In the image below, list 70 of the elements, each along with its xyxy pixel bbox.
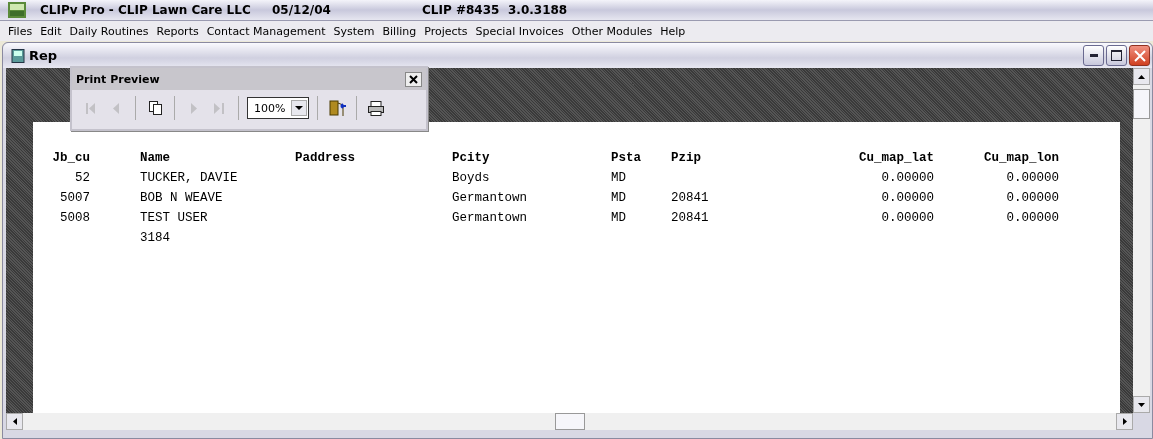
pages-icon (148, 101, 162, 115)
table-cell: MD (611, 191, 626, 205)
menu-item[interactable]: System (329, 24, 379, 38)
table-cell: 20841 (671, 191, 709, 205)
menu-item[interactable]: Edit (36, 24, 66, 38)
table-cell: MD (611, 171, 626, 185)
column-header: Psta (611, 151, 641, 165)
column-header: Jb_cu (52, 151, 90, 165)
window-title: CLIPv Pro - CLIP Lawn Care LLC (40, 3, 252, 17)
vertical-scrollbar[interactable] (1133, 68, 1150, 413)
minimize-icon (1089, 54, 1098, 57)
close-button[interactable] (1129, 45, 1150, 66)
menu-item[interactable]: Help (656, 24, 690, 38)
table-cell: TUCKER, DAVIE (140, 171, 238, 185)
table-cell: BOB N WEAVE (140, 191, 223, 205)
right-triangle-icon (191, 102, 197, 114)
column-header: Paddress (295, 151, 355, 165)
scroll-thumb[interactable] (1133, 89, 1150, 119)
exit-button[interactable] (326, 97, 349, 119)
menu-item[interactable]: Other Modules (567, 24, 657, 38)
menu-item[interactable]: Files (4, 24, 37, 38)
table-cell: 0.00000 (881, 211, 934, 225)
first-page-icon (86, 102, 96, 114)
menu-item[interactable]: Projects (420, 24, 472, 38)
maximize-button[interactable] (1106, 45, 1127, 66)
zoom-dropdown[interactable]: 100% (247, 97, 310, 119)
table-cell: 0.00000 (1006, 191, 1059, 205)
table-cell: 0.00000 (881, 191, 934, 205)
table-cell: MD (611, 211, 626, 225)
table-cell: 0.00000 (1006, 171, 1059, 185)
table-cell: 0.00000 (881, 171, 934, 185)
menu-item[interactable]: Daily Routines (65, 24, 153, 38)
column-header: Name (140, 151, 170, 165)
printer-icon (368, 100, 385, 116)
toolbar-title: Print Preview (76, 72, 160, 86)
minimize-button[interactable] (1083, 45, 1104, 66)
child-window-title: Rep (29, 48, 58, 63)
account-text: CLIP #8435 (422, 3, 501, 17)
last-page-icon (214, 102, 224, 114)
close-icon (409, 74, 418, 84)
date-text: 05/12/04 (272, 3, 332, 17)
column-header: Pzip (671, 151, 701, 165)
left-triangle-icon (113, 102, 119, 114)
menu-item[interactable]: Special Invoices (471, 24, 568, 38)
close-button[interactable] (405, 71, 422, 87)
menu-item[interactable]: Contact Management (202, 24, 330, 38)
door-arrow-icon (328, 100, 346, 116)
notebook-icon (11, 48, 25, 63)
menu-item[interactable]: Billing (378, 24, 421, 38)
dropdown-arrow-icon (295, 106, 304, 110)
close-icon (1133, 49, 1146, 62)
column-header: Cu_map_lon (984, 151, 1059, 165)
app-logo-icon (8, 2, 26, 18)
table-cell: TEST USER (140, 211, 208, 225)
column-header: Cu_map_lat (859, 151, 934, 165)
table-cell: 20841 (671, 211, 709, 225)
table-cell: 5008 (60, 211, 90, 225)
table-cell: 0.00000 (1006, 211, 1059, 225)
maximize-icon (1111, 50, 1122, 61)
table-cell: Germantown (452, 211, 527, 225)
table-cell: Boyds (452, 171, 490, 185)
table-cell: 5007 (60, 191, 90, 205)
version-text: 3.0.3188 (508, 3, 568, 17)
table-cell: Germantown (452, 191, 527, 205)
menu-item[interactable]: Reports (152, 24, 203, 38)
table-cell: 3184 (140, 231, 170, 245)
scroll-thumb[interactable] (554, 413, 585, 430)
column-header: Pcity (452, 151, 490, 165)
horizontal-scrollbar[interactable] (6, 413, 1133, 430)
table-cell: 52 (75, 171, 90, 185)
